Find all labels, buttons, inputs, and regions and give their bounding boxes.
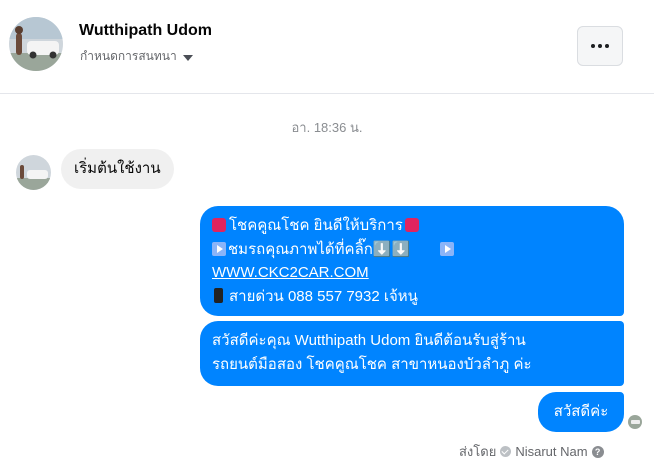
greeting-line-1: สวัสดีค่ะคุณ Wutthipath Udom ยินดีต้อนรั… xyxy=(212,332,526,349)
sent-by-name[interactable]: Nisarut Nam xyxy=(515,444,587,459)
incoming-sender-avatar-photo xyxy=(16,155,51,190)
sent-by-label: ส่งโดย xyxy=(459,444,497,459)
contact-avatar-photo xyxy=(9,17,63,71)
help-icon[interactable]: ? xyxy=(591,445,604,458)
sent-check-icon xyxy=(500,446,512,457)
message-timestamp: อา. 18:36 น. xyxy=(291,120,363,135)
outgoing-message-welcome: โชคคูณโชค ยินดีให้บริการ ชมรถคุณภาพได้ที… xyxy=(200,206,624,316)
incoming-message-bubble: เริ่มต้นใช้งาน xyxy=(61,149,174,189)
conversation-settings-label: กำหนดการสนทนา xyxy=(80,49,177,63)
seen-receipt-avatar xyxy=(628,415,642,429)
website-link[interactable]: WWW.CKC2CAR.COM xyxy=(212,264,369,281)
phone-emoji-icon xyxy=(214,287,223,303)
welcome-line-2: ชมรถคุณภาพได้ที่คลิ๊ก⬇️⬇️ xyxy=(212,238,612,262)
sent-by-info: ส่งโดย Nisarut Nam ? xyxy=(459,441,604,462)
dropdown-caret-icon xyxy=(182,54,193,61)
contact-avatar[interactable] xyxy=(9,17,63,71)
outgoing-message-reply: สวัสดีค่ะ xyxy=(538,392,624,432)
more-dots-icon xyxy=(591,44,595,48)
contact-name[interactable]: Wutthipath Udom xyxy=(79,22,212,40)
greeting-line-2: รถยนต์มือสอง โชคคูณโชค สาขาหนองบัวลำภู ค… xyxy=(212,356,532,373)
red-square-emoji-icon xyxy=(212,218,226,232)
more-options-button[interactable] xyxy=(577,26,623,66)
play-emoji-icon xyxy=(440,241,455,256)
conversation-settings-dropdown[interactable]: กำหนดการสนทนา xyxy=(80,47,193,66)
welcome-line-4: สายด่วน 088 557 7932 เจ้หนู xyxy=(212,285,612,309)
conversation-header: Wutthipath Udom กำหนดการสนทนา xyxy=(0,0,654,94)
play-emoji-icon xyxy=(212,241,226,256)
outgoing-message-greeting: สวัสดีค่ะคุณ Wutthipath Udom ยินดีต้อนรั… xyxy=(200,321,624,386)
welcome-line-1: โชคคูณโชค ยินดีให้บริการ xyxy=(212,214,612,238)
incoming-sender-avatar[interactable] xyxy=(16,155,51,190)
red-square-emoji-icon xyxy=(404,218,419,232)
